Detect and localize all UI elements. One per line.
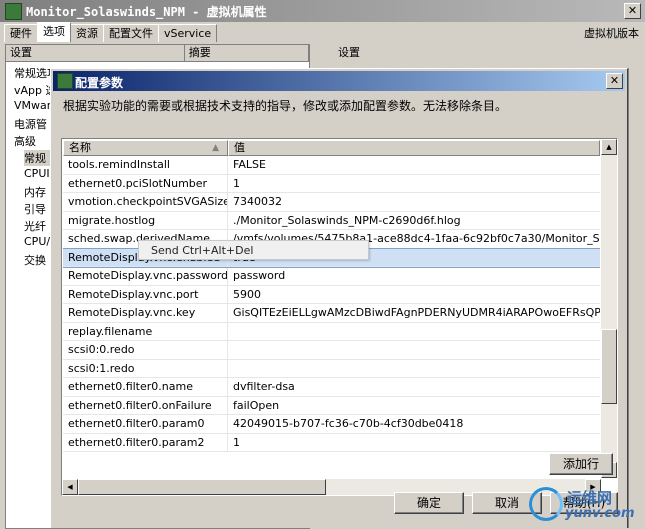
row-name-cell[interactable]: ethernet0.filter0.param0 xyxy=(63,415,228,433)
row-name-cell[interactable]: RemoteDisplay.vnc.port xyxy=(63,285,228,303)
sort-arrow-icon: ▲ xyxy=(212,143,219,153)
list-item[interactable]: CPU/ xyxy=(24,235,50,248)
table-row[interactable]: scsi0:0.redo xyxy=(63,341,600,360)
watermark-line2: yunv.com xyxy=(565,506,635,521)
row-name-cell[interactable]: RemoteDisplay.vnc.password xyxy=(63,267,228,285)
table-row[interactable]: ethernet0.filter0.param2 1 xyxy=(63,433,600,452)
table-row[interactable]: RemoteDisplay.vnc.password password xyxy=(63,267,600,286)
table-row[interactable]: RemoteDisplay.vnc.port 5900 xyxy=(63,285,600,304)
row-value-cell[interactable]: GisQITEzEiELLgwAMzcDBiwdFAgnPDERNyUDMR4i… xyxy=(228,304,600,322)
add-row-button[interactable]: 添加行 xyxy=(549,453,613,475)
row-name-cell[interactable]: scsi0:1.redo xyxy=(63,359,228,377)
row-value-cell[interactable]: 1 xyxy=(228,434,600,452)
row-value-cell[interactable]: 5900 xyxy=(228,286,600,304)
table-row[interactable]: scsi0:1.redo xyxy=(63,359,600,378)
column-name[interactable]: 名称 ▲ xyxy=(63,140,228,156)
table-row[interactable]: ethernet0.filter0.param0 42049015-b707-fc… xyxy=(63,415,600,434)
config-table-body: 名称 ▲ 值 tools.remindInstall FALSE ethernet0… xyxy=(63,140,600,479)
table-row[interactable]: ethernet0.pciSlotNumber 1 xyxy=(63,174,600,193)
row-name-cell[interactable]: RemoteDisplay.vnc.key xyxy=(63,304,228,322)
parent-title-bar: Monitor_Solaswinds_NPM - 虚拟机属性 ✕ xyxy=(0,0,645,22)
row-value-cell[interactable]: ./Monitor_Solaswinds_NPM-c2690d6f.hlog xyxy=(228,212,600,230)
row-value-cell[interactable]: 42049015-b707-fc36-c70b-4cf30dbe0418 xyxy=(228,415,600,433)
vm-icon xyxy=(57,73,73,89)
list-item[interactable]: 光纤 xyxy=(24,218,46,234)
row-value-cell[interactable]: dvfilter-dsa xyxy=(228,378,600,396)
table-row[interactable]: replay.filename xyxy=(63,322,600,341)
dialog-description: 根据实验功能的需要或根据技术支持的指导，修改或添加配置参数。无法移除条目。 xyxy=(63,99,508,113)
config-table: 名称 ▲ 值 tools.remindInstall FALSE ethernet0… xyxy=(61,138,618,496)
config-table-header: 名称 ▲ 值 xyxy=(63,140,600,156)
vertical-scrollbar[interactable]: ▲ ▼ xyxy=(601,139,617,478)
row-name-cell[interactable]: vmotion.checkpointSVGASize xyxy=(63,193,228,211)
table-row[interactable]: migrate.hostlog ./Monitor_Solaswinds_NPM-… xyxy=(63,211,600,230)
settings-group-label: 设置 xyxy=(338,46,360,59)
ok-button[interactable]: 确定 xyxy=(394,492,464,514)
tab-vservice[interactable]: vService xyxy=(158,24,218,42)
row-name-cell[interactable]: replay.filename xyxy=(63,322,228,340)
column-value[interactable]: 值 xyxy=(228,140,600,156)
list-item[interactable]: 高级 xyxy=(14,133,36,149)
tab-profiles[interactable]: 配置文件 xyxy=(103,24,159,42)
list-item[interactable]: 电源管 xyxy=(14,116,47,132)
watermark: 运维网 yunv.com xyxy=(529,485,641,525)
scroll-left-icon[interactable]: ◀ xyxy=(62,479,78,495)
row-value-cell[interactable] xyxy=(228,341,600,359)
column-settings[interactable]: 设置 xyxy=(6,45,185,61)
table-row[interactable]: tools.remindInstall FALSE xyxy=(63,156,600,175)
horizontal-scroll-thumb[interactable] xyxy=(78,479,326,495)
row-name-cell[interactable]: ethernet0.filter0.name xyxy=(63,378,228,396)
list-item[interactable]: 引导 xyxy=(24,201,46,217)
list-item[interactable]: 内存 xyxy=(24,184,46,200)
row-value-cell[interactable]: 1 xyxy=(228,175,600,193)
table-row[interactable]: ethernet0.filter0.name dvfilter-dsa xyxy=(63,378,600,397)
row-name-cell[interactable]: ethernet0.pciSlotNumber xyxy=(63,174,228,192)
row-name-cell[interactable]: tools.remindInstall xyxy=(63,156,228,174)
context-tooltip: Send Ctrl+Alt+Del xyxy=(138,240,369,260)
watermark-line1: 运维网 xyxy=(567,489,613,507)
table-row[interactable]: RemoteDisplay.vnc.key GisQITEzEiELLgwAMzc… xyxy=(63,304,600,323)
settings-list-header: 设置 摘要 xyxy=(6,45,309,62)
row-value-cell[interactable] xyxy=(228,323,600,341)
column-name-label: 名称 xyxy=(69,141,91,154)
table-row[interactable]: vmotion.checkpointSVGASize 7340032 xyxy=(63,193,600,212)
dialog-title-bar: 配置参数 ✕ xyxy=(53,71,625,91)
list-item[interactable]: CPUI xyxy=(24,167,50,180)
row-name-cell[interactable]: ethernet0.filter0.onFailure xyxy=(63,396,228,414)
dialog-title: 配置参数 xyxy=(75,76,124,90)
row-name-cell[interactable]: migrate.hostlog xyxy=(63,211,228,229)
parent-window-title: Monitor_Solaswinds_NPM - 虚拟机属性 xyxy=(26,5,267,19)
row-value-cell[interactable]: 7340032 xyxy=(228,193,600,211)
dialog-close-button[interactable]: ✕ xyxy=(606,73,623,89)
tab-resources[interactable]: 资源 xyxy=(70,24,104,42)
tab-hardware[interactable]: 硬件 xyxy=(4,24,38,42)
tab-options[interactable]: 选项 xyxy=(37,22,71,42)
row-name-cell[interactable]: scsi0:0.redo xyxy=(63,341,228,359)
config-params-dialog: 配置参数 ✕ 根据实验功能的需要或根据技术支持的指导，修改或添加配置参数。无法移… xyxy=(50,68,628,528)
scroll-up-icon[interactable]: ▲ xyxy=(601,139,617,155)
row-value-cell[interactable]: password xyxy=(228,267,600,285)
watermark-logo-icon xyxy=(529,487,563,521)
list-item[interactable]: 交换 xyxy=(24,252,46,268)
row-value-cell[interactable] xyxy=(228,360,600,378)
vm-icon xyxy=(5,3,22,20)
vm-version-label: 虚拟机版本 xyxy=(584,27,639,40)
parent-close-button[interactable]: ✕ xyxy=(624,3,641,19)
table-row[interactable]: ethernet0.filter0.onFailure failOpen xyxy=(63,396,600,415)
row-name-cell[interactable]: ethernet0.filter0.param2 xyxy=(63,433,228,451)
row-value-cell[interactable]: FALSE xyxy=(228,156,600,174)
parent-tabs: 硬件 选项 资源 配置文件 vService xyxy=(4,22,218,43)
column-summary[interactable]: 摘要 xyxy=(185,45,309,61)
vertical-scroll-thumb[interactable] xyxy=(601,329,617,404)
config-table-rows: tools.remindInstall FALSE ethernet0.pciSlo… xyxy=(63,156,600,452)
row-value-cell[interactable]: failOpen xyxy=(228,397,600,415)
